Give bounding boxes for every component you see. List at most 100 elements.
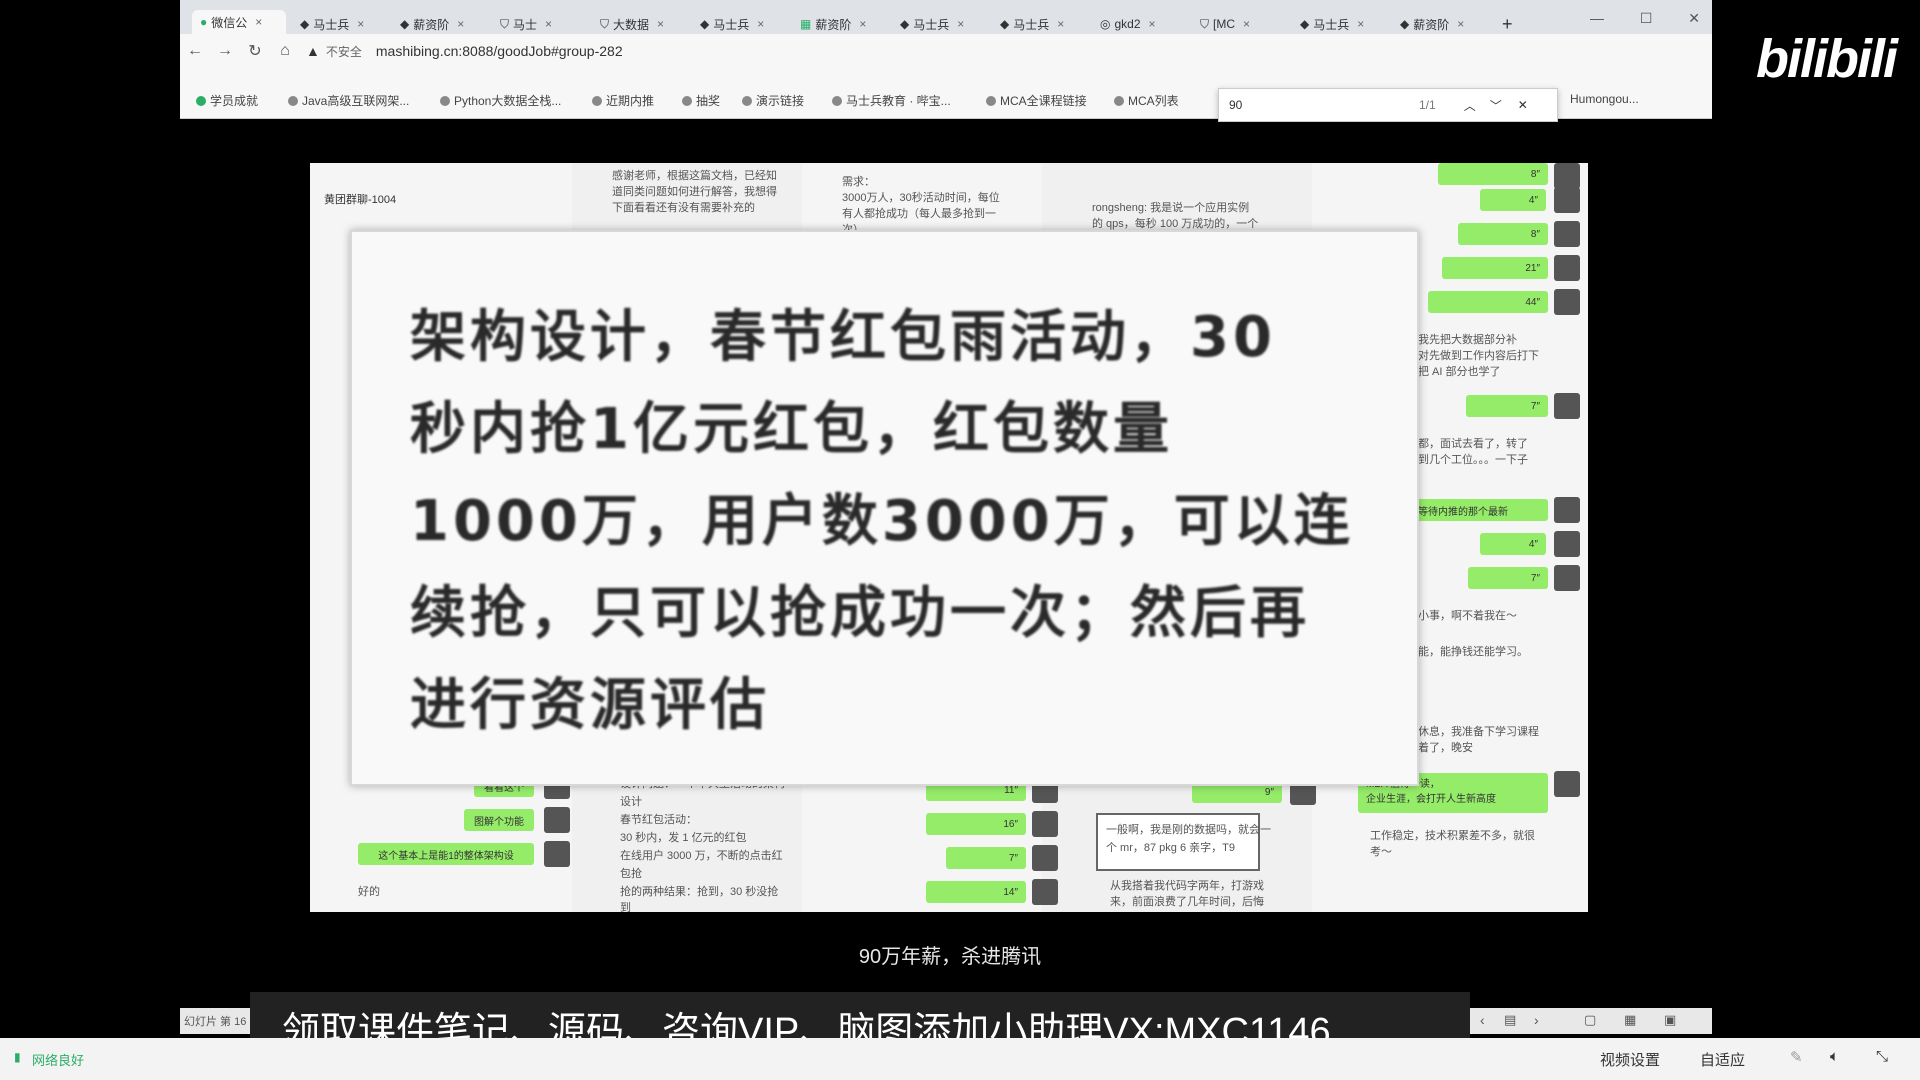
globe-icon: ◎	[1100, 17, 1111, 31]
home-icon[interactable]: ⌂	[270, 42, 300, 60]
shield-icon: ⛉	[600, 16, 610, 31]
close-icon[interactable]: ×	[545, 17, 552, 31]
slide-view-icon[interactable]: ▤	[1504, 1012, 1516, 1028]
tab-9[interactable]: ◎ gkd2 ×	[1100, 14, 1178, 34]
tab-5[interactable]: ◆ 马士兵 ×	[700, 14, 778, 34]
adaptive-button[interactable]: 自适应	[1700, 1049, 1745, 1070]
site-icon: ◆	[900, 17, 910, 31]
close-window-icon[interactable]: ✕	[1688, 10, 1700, 27]
tab-6[interactable]: ▦ 薪资阶 ×	[800, 14, 878, 34]
shield-icon: ⛉	[1200, 16, 1210, 31]
next-slide-icon[interactable]: ›	[1534, 1012, 1539, 1028]
wechat-icon: ●	[200, 15, 208, 29]
maximize-icon[interactable]: ☐	[1640, 10, 1653, 27]
bookmark-9[interactable]: Humongou...	[1570, 92, 1639, 106]
close-icon[interactable]: ×	[859, 17, 866, 31]
close-icon[interactable]: ×	[1357, 17, 1364, 31]
prev-slide-icon[interactable]: ‹	[1480, 1012, 1485, 1028]
back-icon[interactable]: ←	[180, 42, 210, 60]
find-next-icon[interactable]: ﹀	[1490, 97, 1502, 114]
close-icon[interactable]: ×	[1149, 17, 1156, 31]
tab-12[interactable]: ◆ 薪资阶 ×	[1400, 14, 1478, 34]
normal-view-icon[interactable]: ▢	[1584, 1012, 1596, 1028]
sorter-view-icon[interactable]: ▦	[1624, 1012, 1636, 1028]
avatar	[1554, 163, 1580, 189]
bookmark-8[interactable]: MCA列表	[1114, 92, 1179, 109]
close-icon[interactable]: ×	[457, 17, 464, 31]
tab-7[interactable]: ◆ 马士兵 ×	[900, 14, 978, 34]
slide-caption: 90万年薪，杀进腾讯	[858, 946, 1042, 968]
tab-11[interactable]: ◆ 马士兵 ×	[1300, 14, 1378, 34]
close-icon[interactable]: ×	[255, 15, 262, 29]
tab-4[interactable]: ⛉ 大数据 ×	[600, 14, 678, 34]
address-bar: ← → ↻ ⌂ ▲ 不安全 mashibing.cn:8088/goodJob#…	[180, 34, 1712, 68]
close-icon[interactable]: ×	[1457, 17, 1464, 31]
chat-input-hint[interactable]: 好的	[358, 883, 380, 901]
url-field[interactable]: mashibing.cn:8088/goodJob#group-282	[376, 43, 623, 59]
chat-text: 把 AI 部分也学了	[1418, 366, 1501, 378]
tab-10[interactable]: ⛉ [MC ×	[1200, 14, 1278, 34]
bookmark-icon	[832, 95, 842, 106]
reload-icon[interactable]: ↻	[240, 41, 270, 61]
message-bubble: 4″	[1480, 533, 1546, 555]
close-icon[interactable]: ×	[357, 17, 364, 31]
bookmark-0[interactable]: 学员成就	[196, 92, 258, 109]
fullscreen-exit-icon[interactable]: ⤡	[1876, 1048, 1888, 1065]
bookmark-icon	[986, 95, 996, 106]
avatar	[1554, 221, 1580, 247]
message-bubble: 这个基本上是能1的整体架构设	[358, 843, 534, 865]
message-bubble: 7″	[1466, 395, 1548, 417]
bookmark-3[interactable]: 近期内推	[592, 92, 654, 109]
forward-icon[interactable]: →	[210, 42, 240, 60]
chat-text: 30 秒内，发 1 亿元的红包	[620, 832, 747, 844]
bookmark-7[interactable]: MCA全课程链接	[986, 92, 1087, 109]
bookmark-5[interactable]: 演示链接	[742, 92, 804, 109]
slide-line: 续抢，只可以抢成功一次；然后再	[410, 581, 1310, 646]
close-icon[interactable]: ×	[1057, 17, 1064, 31]
minimize-icon[interactable]: —	[1590, 10, 1604, 26]
bookmark-icon	[288, 95, 298, 106]
site-icon: ◆	[400, 17, 410, 31]
reading-view-icon[interactable]: ▣	[1664, 1012, 1676, 1028]
message-bubble: 14″	[926, 881, 1026, 903]
volume-icon[interactable]: 🔈︎	[1830, 1048, 1839, 1065]
new-tab-button[interactable]: +	[1502, 14, 1522, 34]
avatar	[1554, 187, 1580, 213]
site-icon: ◆	[1000, 17, 1010, 31]
find-bar: 90 1/1 ︿ ﹀ ✕	[1218, 88, 1558, 122]
tab-3[interactable]: ⛉ 马士 ×	[500, 14, 578, 34]
find-prev-icon[interactable]: ︿	[1464, 97, 1476, 114]
bookmark-6[interactable]: 马士兵教育 · 哔宝...	[832, 92, 951, 109]
close-icon[interactable]: ×	[957, 17, 964, 31]
bookmark-2[interactable]: Python大数据全栈...	[440, 92, 561, 109]
security-label: 不安全	[325, 44, 362, 59]
chat-text: 一般啊，我是刚的数据吗，就会一	[1106, 824, 1271, 836]
close-icon[interactable]: ×	[1243, 17, 1250, 31]
avatar	[1554, 289, 1580, 315]
chat-text: 抢的两种结果：抢到，30 秒没抢	[620, 886, 779, 898]
bookmark-icon	[742, 95, 752, 106]
bookmark-icon	[440, 95, 450, 106]
find-input[interactable]: 90	[1229, 98, 1389, 112]
close-icon[interactable]: ×	[757, 17, 764, 31]
chat-text: 春节红包活动：	[620, 814, 697, 826]
tab-2[interactable]: ◆ 薪资阶 ×	[400, 14, 478, 34]
avatar	[1032, 879, 1058, 905]
brush-icon[interactable]: ✎	[1790, 1048, 1803, 1066]
tab-0[interactable]: ● 微信公 ×	[192, 10, 286, 34]
message-bubble: 8″	[1458, 223, 1548, 245]
close-icon[interactable]: ×	[657, 17, 664, 31]
message-bubble: 图解个功能	[464, 809, 534, 831]
tab-8[interactable]: ◆ 马士兵 ×	[1000, 14, 1078, 34]
bookmark-1[interactable]: Java高级互联网架...	[288, 92, 409, 109]
message-bubble: 16″	[926, 813, 1026, 835]
slide-line: 秒内抢1亿元红包，红包数量	[410, 397, 1173, 462]
avatar	[1554, 255, 1580, 281]
chat-text: 包抢	[620, 868, 642, 880]
avatar	[544, 841, 570, 867]
bookmark-4[interactable]: 抽奖	[682, 92, 720, 109]
find-close-icon[interactable]: ✕	[1518, 98, 1528, 112]
video-settings-button[interactable]: 视频设置	[1600, 1049, 1660, 1070]
bookmark-icon	[1114, 95, 1124, 106]
tab-1[interactable]: ◆ 马士兵 ×	[300, 14, 378, 34]
